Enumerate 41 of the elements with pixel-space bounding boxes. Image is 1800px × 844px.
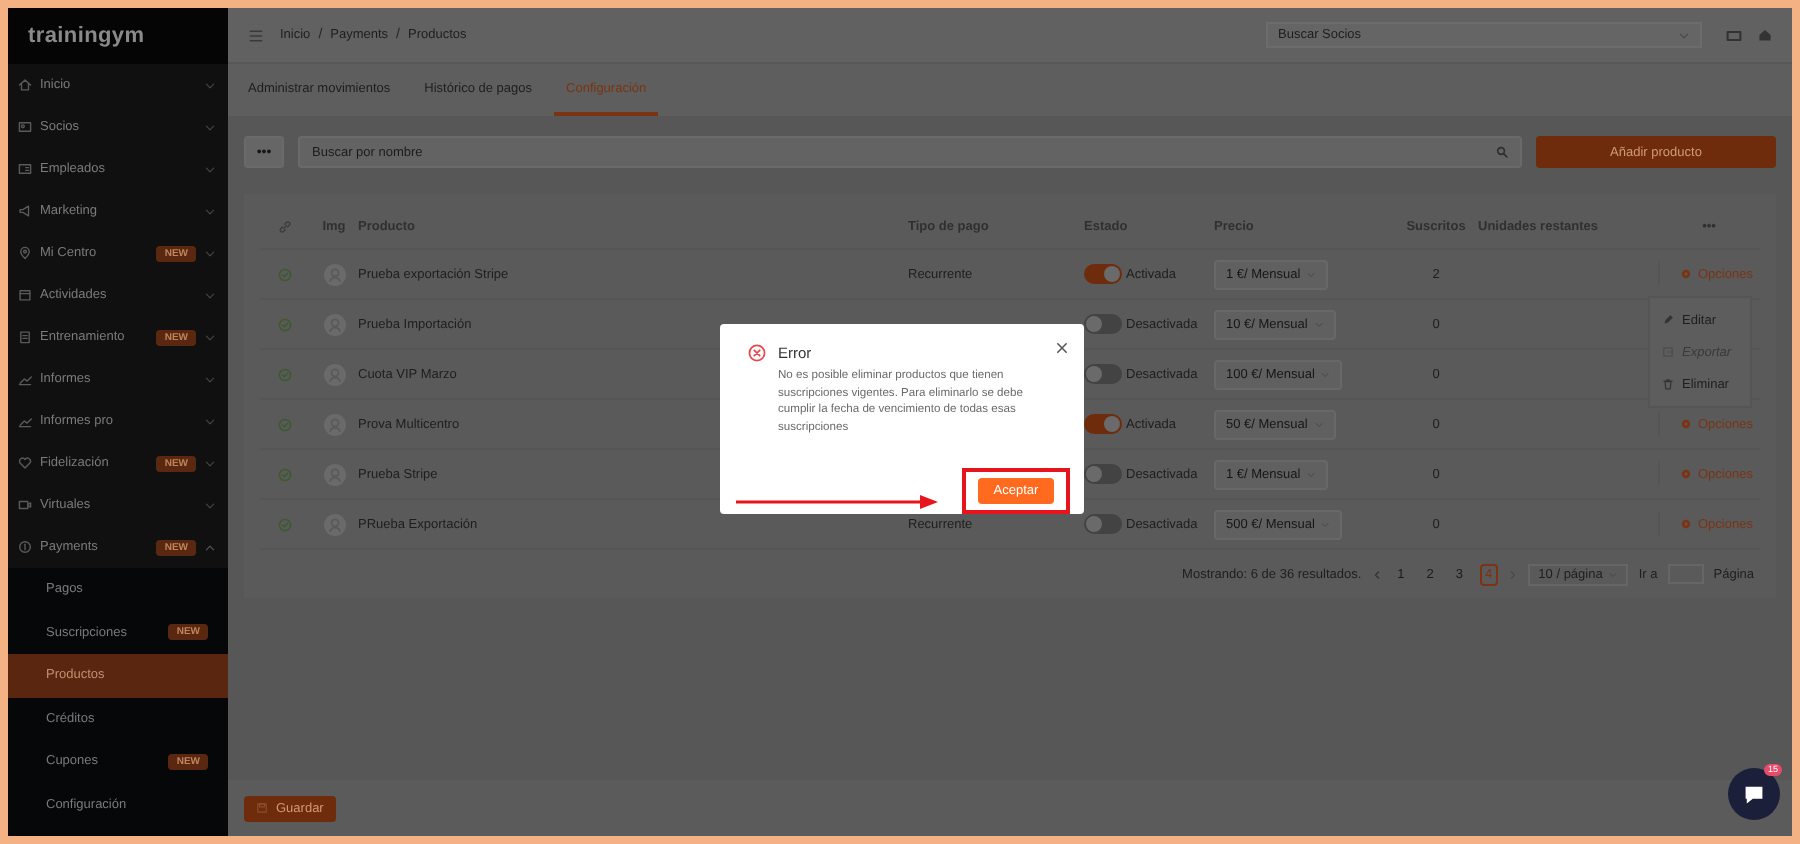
gear-icon <box>1680 468 1692 480</box>
home-icon <box>18 78 32 92</box>
logo: trainingym <box>28 24 145 48</box>
gear-icon <box>1680 268 1692 280</box>
check-circle-icon <box>278 367 292 381</box>
pencil-icon <box>1662 314 1674 326</box>
pin-icon <box>18 246 32 260</box>
chevron-left-icon[interactable] <box>1371 569 1382 579</box>
id-card-icon <box>18 162 32 176</box>
close-icon[interactable] <box>1056 342 1068 354</box>
chart-icon <box>18 372 32 386</box>
id-card-icon <box>18 120 32 134</box>
calendar-icon <box>18 288 32 302</box>
search-icon <box>1496 146 1508 158</box>
toggle-switch[interactable] <box>1084 414 1122 434</box>
check-circle-icon <box>278 267 292 281</box>
toggle-switch[interactable] <box>1084 364 1122 384</box>
toggle-switch[interactable] <box>1084 314 1122 334</box>
check-circle-icon <box>278 417 292 431</box>
toggle-switch[interactable] <box>1084 264 1122 284</box>
megaphone-icon <box>18 204 32 218</box>
error-icon <box>748 344 766 362</box>
check-circle-icon <box>278 517 292 531</box>
gear-icon <box>1680 518 1692 530</box>
trash-icon <box>1662 378 1674 390</box>
toggle-switch[interactable] <box>1084 514 1122 534</box>
floppy-icon <box>256 802 268 814</box>
home-icon[interactable] <box>1758 28 1772 42</box>
chart-icon <box>18 414 32 428</box>
menu-icon[interactable] <box>248 27 264 43</box>
card-icon[interactable] <box>1726 27 1742 43</box>
video-icon <box>18 498 32 512</box>
check-circle-icon <box>278 317 292 331</box>
speech-bubble-icon <box>1742 782 1766 806</box>
heart-icon <box>18 456 32 470</box>
toggle-switch[interactable] <box>1084 464 1122 484</box>
chevron-down-icon <box>1678 29 1690 41</box>
gear-icon <box>1680 418 1692 430</box>
check-circle-icon <box>278 467 292 481</box>
clipboard-icon <box>18 330 32 344</box>
link-icon <box>278 220 292 234</box>
